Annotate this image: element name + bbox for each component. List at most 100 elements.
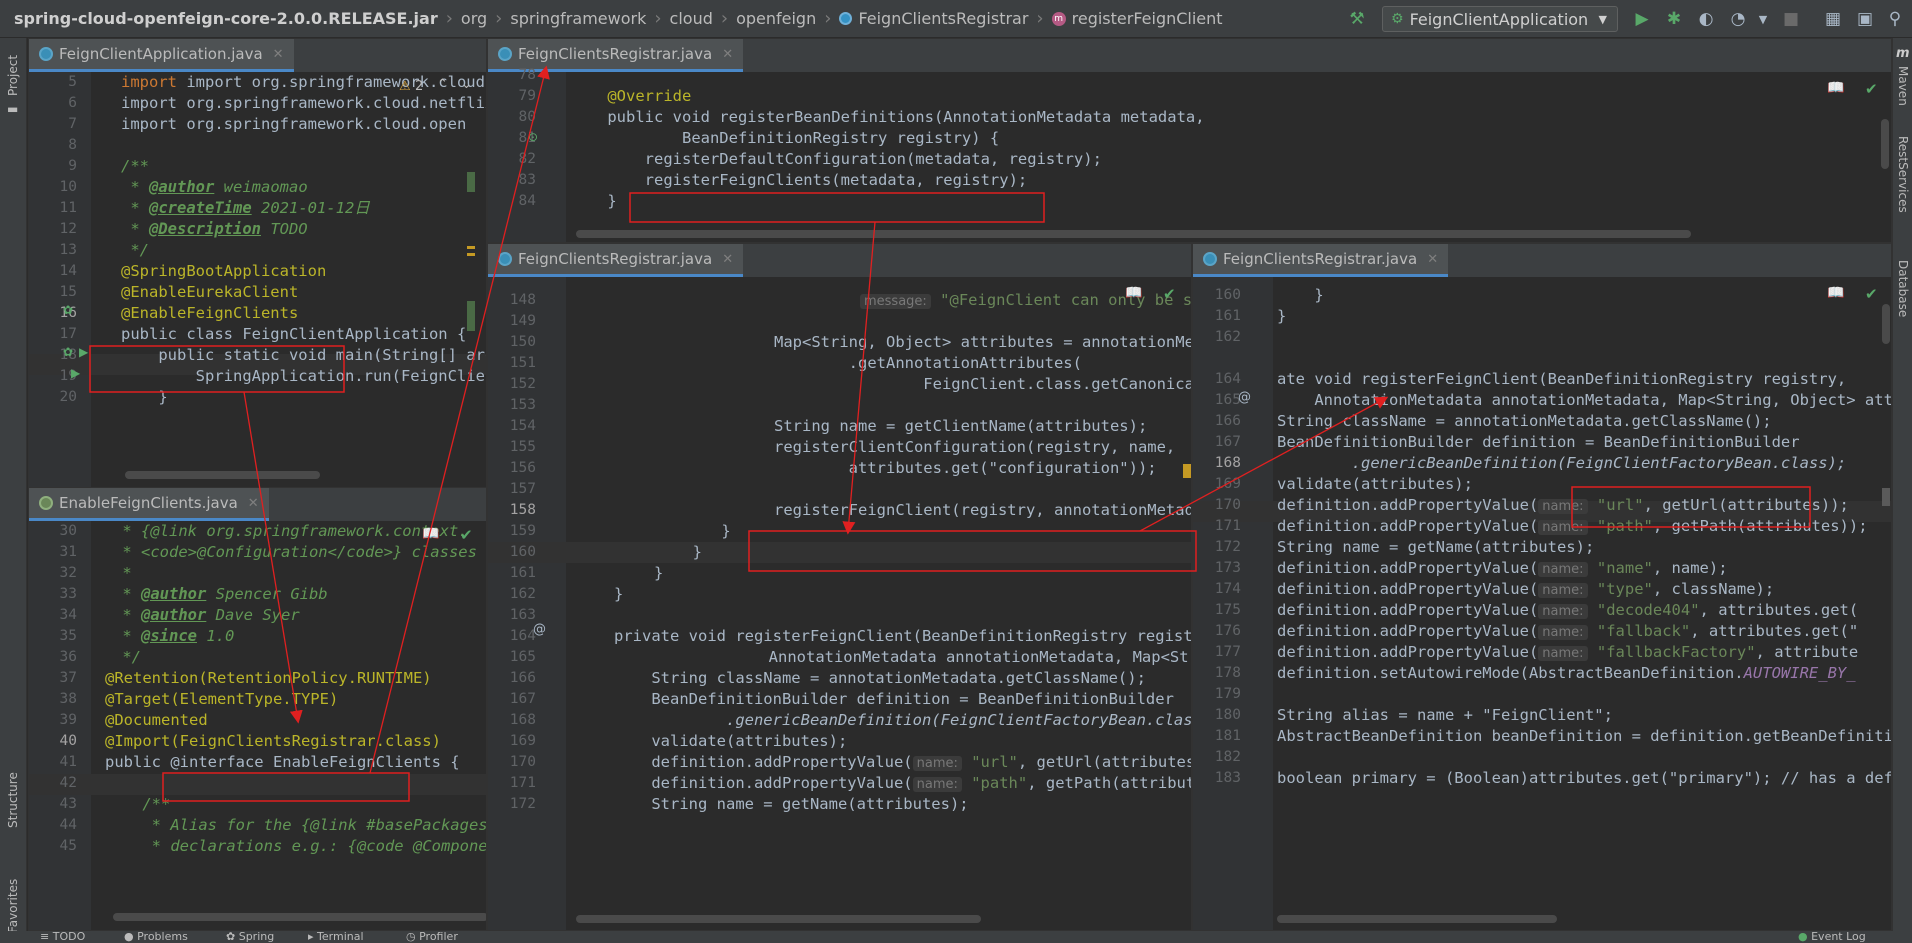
tool-tab-todo[interactable]: ≡ TODO — [40, 931, 85, 943]
code-line: SpringApplication.run(FeignClientApplica… — [195, 367, 486, 385]
hammer-icon[interactable]: ⚒ — [1346, 8, 1368, 30]
tab-feign-client-application[interactable]: FeignClientApplication.java ✕ — [29, 39, 294, 72]
line-number: 166 — [509, 670, 536, 686]
layout-icon[interactable]: ▣ — [1854, 8, 1876, 30]
chevron-down-icon[interactable]: ▼ — [1752, 8, 1774, 30]
code-line: ate void registerFeignClient(BeanDefinit… — [1277, 370, 1847, 388]
editor-enable-feign-clients: EnableFeignClients.java ✕ 30 * {@link org… — [28, 487, 487, 931]
tool-tab-rest-services[interactable]: RestServices — [1896, 136, 1910, 213]
reader-mode-icon[interactable]: 📖 — [422, 526, 439, 542]
implementation-gutter-icon[interactable]: @ — [533, 622, 546, 637]
breadcrumb-label: org — [460, 9, 488, 28]
run-configuration-select[interactable]: ⚙ FeignClientApplication ▼ — [1382, 6, 1618, 32]
line-number: 43 — [59, 796, 77, 812]
tool-tab-maven[interactable]: Maven — [1896, 66, 1910, 106]
editor-tab-bar: EnableFeignClients.java ✕ — [29, 488, 486, 521]
vertical-scrollbar[interactable] — [1881, 119, 1889, 169]
line-number: 41 — [59, 754, 77, 770]
stop-icon[interactable]: ■ — [1780, 8, 1802, 30]
code-line: * @author Dave Syer — [113, 606, 300, 624]
vertical-scrollbar[interactable] — [1882, 304, 1890, 344]
tool-tab-event-log[interactable]: ● Event Log — [1798, 931, 1866, 943]
tab-feign-clients-registrar[interactable]: FeignClientsRegistrar.java ✕ — [488, 244, 744, 277]
code-line: @Retention(RetentionPolicy.RUNTIME) — [105, 669, 432, 687]
reader-mode-icon[interactable]: 📖 — [1827, 285, 1844, 301]
line-number: 42 — [59, 775, 77, 791]
breadcrumb-package-cloud[interactable]: cloud — [670, 9, 713, 28]
code-line: @Documented — [105, 711, 208, 729]
tool-tab-problems[interactable]: ● Problems — [124, 931, 188, 943]
line-number: 9 — [68, 158, 77, 174]
horizontal-scrollbar[interactable] — [113, 913, 486, 921]
horizontal-scrollbar[interactable] — [576, 915, 981, 923]
code-line: import org.springframework.cloud.netflix… — [121, 94, 487, 112]
line-number: 170 — [509, 754, 536, 770]
spring-boot-icon: ⚙ — [1391, 11, 1404, 27]
search-icon[interactable]: ⚲ — [1884, 8, 1906, 30]
profile-icon[interactable]: ◔ — [1727, 8, 1749, 30]
code-line: public @interface EnableFeignClients { — [105, 753, 460, 771]
chevron-up-icon[interactable]: ⌃ — [437, 77, 448, 92]
tab-feign-clients-registrar[interactable]: FeignClientsRegistrar.java ✕ — [1193, 244, 1449, 277]
debug-icon[interactable]: ✱ — [1663, 8, 1685, 30]
tool-tab-project[interactable]: Project — [6, 55, 20, 96]
code-line: definition.addPropertyValue(name: "name"… — [1277, 559, 1728, 577]
editor-registrar-middle: FeignClientsRegistrar.java ✕ 148 message: … — [487, 243, 1192, 931]
code-line: registerDefaultConfiguration(metadata, r… — [570, 150, 1102, 168]
code-line: @Import(FeignClientsRegistrar.class) — [105, 732, 441, 750]
chevron-right-icon: › — [495, 8, 503, 29]
code-line: * @Description TODO — [121, 220, 308, 238]
breadcrumb-label: cloud — [669, 9, 713, 28]
tab-enable-feign-clients[interactable]: EnableFeignClients.java ✕ — [29, 488, 269, 521]
horizontal-scrollbar[interactable] — [1277, 915, 1557, 923]
line-number: 5 — [68, 74, 77, 90]
coverage-icon[interactable]: ◐ — [1695, 8, 1717, 30]
close-icon[interactable]: ✕ — [1427, 252, 1438, 267]
tool-tab-spring[interactable]: ✿ Spring — [226, 931, 274, 943]
reader-mode-icon[interactable]: 📖 — [1125, 285, 1142, 301]
tool-tab-database[interactable]: Database — [1896, 260, 1910, 317]
parameter-hint: message: — [860, 294, 931, 309]
tool-tab-favorites[interactable]: Favorites — [6, 879, 20, 933]
breadcrumb-package-org[interactable]: org — [461, 9, 487, 28]
close-icon[interactable]: ✕ — [722, 252, 733, 267]
run-gutter-icon[interactable]: ▶ — [79, 345, 88, 359]
horizontal-scrollbar[interactable] — [125, 471, 320, 479]
warning-icon[interactable]: ⚠ — [399, 79, 411, 94]
close-icon[interactable]: ✕ — [273, 47, 284, 62]
line-number: 8 — [68, 137, 77, 153]
project-structure-icon[interactable]: ▦ — [1822, 8, 1844, 30]
line-number: 153 — [509, 397, 536, 413]
tab-label: FeignClientsRegistrar.java — [518, 45, 713, 63]
run-icon[interactable]: ▶ — [1631, 8, 1653, 30]
line-number: 6 — [68, 95, 77, 111]
line-number: 158 — [509, 502, 536, 518]
breadcrumb-label: openfeign — [736, 9, 817, 28]
tool-tab-terminal[interactable]: ▸ Terminal — [308, 931, 364, 943]
breadcrumb-class[interactable]: FeignClientsRegistrar — [839, 9, 1028, 28]
close-icon[interactable]: ✕ — [722, 47, 733, 62]
implementation-gutter-icon[interactable]: @ — [1238, 390, 1251, 405]
reader-mode-icon[interactable]: 📖 — [1827, 80, 1844, 96]
class-icon — [39, 47, 53, 61]
code-line: /** — [121, 157, 149, 175]
code-line: @Target(ElementType.TYPE) — [105, 690, 339, 708]
breadcrumb-method[interactable]: m registerFeignClient — [1051, 9, 1223, 28]
override-gutter-icon[interactable]: ⊙ — [528, 130, 538, 144]
change-marker — [467, 246, 475, 249]
left-tool-strip: Project ▬ Structure Favorites ★ — [0, 38, 27, 943]
close-icon[interactable]: ✕ — [248, 496, 259, 511]
breadcrumb-jar[interactable]: spring-cloud-openfeign-core-2.0.0.RELEAS… — [14, 9, 438, 28]
line-number: 160 — [1214, 287, 1241, 303]
horizontal-scrollbar[interactable] — [576, 230, 1691, 238]
breadcrumb-package-openfeign[interactable]: openfeign — [736, 9, 816, 28]
editor-registrar-right: FeignClientsRegistrar.java ✕ 160 } 161} 1… — [1192, 243, 1892, 931]
breadcrumb-package-springframework[interactable]: springframework — [510, 9, 646, 28]
run-gutter-icon[interactable]: ▶ — [71, 366, 80, 380]
chevron-down-icon[interactable]: ⌄ — [461, 77, 472, 92]
line-number: 155 — [509, 439, 536, 455]
line-number: 164 — [509, 628, 536, 644]
code-line: @EnableFeignClients — [121, 304, 299, 322]
tool-tab-profiler[interactable]: ◷ Profiler — [406, 931, 458, 943]
tool-tab-structure[interactable]: Structure — [6, 772, 20, 828]
